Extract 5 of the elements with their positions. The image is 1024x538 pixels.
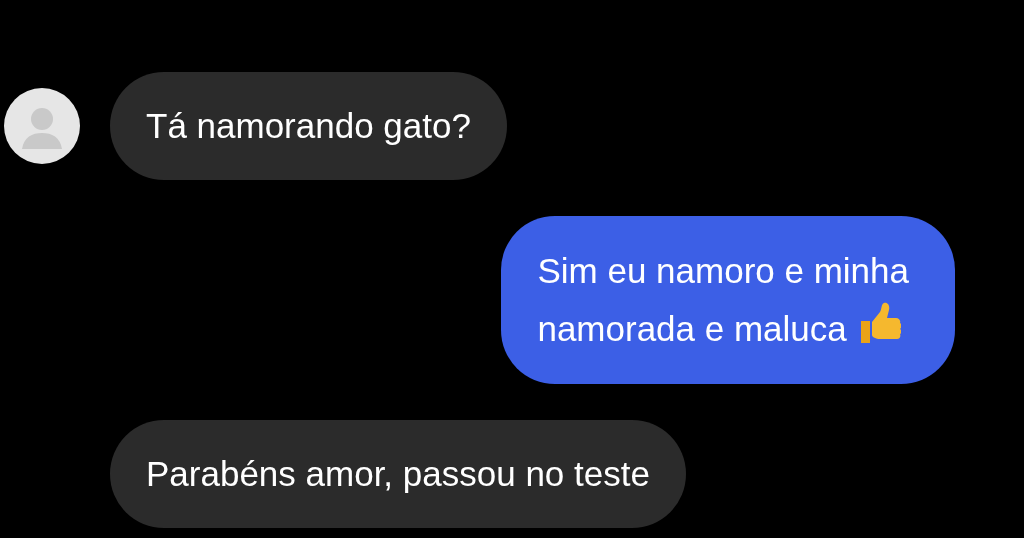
message-text: Tá namorando gato? (146, 105, 471, 147)
message-text: Sim eu namoro e minha (537, 250, 909, 292)
avatar-icon[interactable] (3, 87, 81, 165)
message-text: namorada e maluca (537, 300, 909, 358)
message-text: Parabéns amor, passou no teste (146, 453, 650, 495)
